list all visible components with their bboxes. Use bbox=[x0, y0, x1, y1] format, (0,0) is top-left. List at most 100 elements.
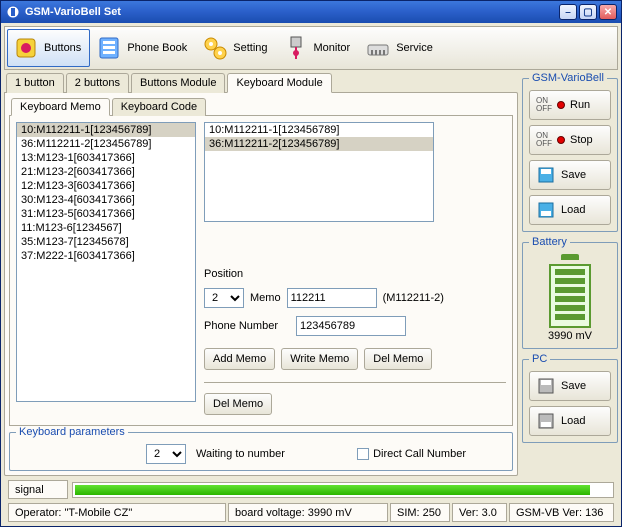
position-select[interactable]: 2 bbox=[204, 288, 244, 308]
gsm-variobell-group: GSM-VarioBell ONOFF Run ONOFF Stop bbox=[522, 72, 618, 232]
keyboard-parameters-group: Keyboard parameters 2 Waiting to number … bbox=[9, 426, 513, 471]
kb-params-legend: Keyboard parameters bbox=[16, 426, 128, 438]
memo-input[interactable] bbox=[287, 288, 377, 308]
tool-buttons[interactable]: Buttons bbox=[7, 29, 90, 67]
waiting-select[interactable]: 2 bbox=[146, 444, 186, 464]
gsm-save-button[interactable]: Save bbox=[529, 160, 611, 190]
tool-label: Setting bbox=[233, 42, 267, 54]
keyboard-memo-panel: 10:M112211-1[123456789] 36:M112211-2[123… bbox=[9, 115, 513, 426]
tab-buttons-module[interactable]: Buttons Module bbox=[131, 73, 225, 93]
gsm-load-button[interactable]: Load bbox=[529, 195, 611, 225]
tool-phonebook[interactable]: Phone Book bbox=[90, 29, 196, 67]
led-icon bbox=[557, 136, 565, 144]
tool-label: Buttons bbox=[44, 42, 81, 54]
tab-keyboard-memo[interactable]: Keyboard Memo bbox=[11, 98, 110, 116]
pc-legend: PC bbox=[529, 353, 550, 365]
tool-label: Phone Book bbox=[127, 42, 187, 54]
load-label: Load bbox=[561, 415, 585, 427]
list-item[interactable]: 36:M112211-2[123456789] bbox=[205, 137, 433, 151]
phonebook-icon bbox=[95, 34, 123, 62]
stop-button[interactable]: ONOFF Stop bbox=[529, 125, 611, 155]
pc-save-button[interactable]: Save bbox=[529, 371, 611, 401]
battery-icon bbox=[529, 254, 611, 328]
maximize-button[interactable]: ▢ bbox=[579, 4, 597, 20]
load-label: Load bbox=[561, 204, 585, 216]
save-label: Save bbox=[561, 169, 586, 181]
pc-load-button[interactable]: Load bbox=[529, 406, 611, 436]
selected-memo-list[interactable]: 10:M112211-1[123456789] 36:M112211-2[123… bbox=[204, 122, 434, 222]
list-item[interactable]: 31:M123-5[603417366] bbox=[17, 207, 195, 221]
signal-bar-row: signal bbox=[4, 478, 618, 501]
buttons-icon bbox=[12, 34, 40, 62]
close-button[interactable]: ✕ bbox=[599, 4, 617, 20]
tool-setting[interactable]: Setting bbox=[196, 29, 276, 67]
setting-icon bbox=[201, 34, 229, 62]
gsm-group-legend: GSM-VarioBell bbox=[529, 72, 607, 84]
status-bar: Operator: "T-Mobile CZ" board voltage: 3… bbox=[4, 503, 618, 524]
write-memo-button[interactable]: Write Memo bbox=[281, 348, 358, 370]
signal-label: signal bbox=[8, 480, 68, 499]
inner-tabstrip: Keyboard Memo Keyboard Code bbox=[11, 98, 513, 116]
onoff-icon: ONOFF bbox=[536, 97, 552, 113]
main-toolbar: Buttons Phone Book Setting bbox=[4, 26, 618, 70]
tool-label: Service bbox=[396, 42, 433, 54]
tool-label: Monitor bbox=[314, 42, 351, 54]
list-item[interactable]: 35:M123-7[12345678] bbox=[17, 235, 195, 249]
tab-1button[interactable]: 1 button bbox=[6, 73, 64, 93]
memo-list[interactable]: 10:M112211-1[123456789] 36:M112211-2[123… bbox=[16, 122, 196, 402]
memo-label: Memo bbox=[250, 292, 281, 304]
outer-tabstrip: 1 button 2 buttons Buttons Module Keyboa… bbox=[6, 73, 518, 93]
led-icon bbox=[557, 101, 565, 109]
list-item[interactable]: 11:M123-6[1234567] bbox=[17, 221, 195, 235]
window-title: GSM-VarioBell Set bbox=[25, 6, 121, 18]
tab-keyboard-code[interactable]: Keyboard Code bbox=[112, 98, 206, 116]
del-memo-button-2[interactable]: Del Memo bbox=[204, 393, 272, 415]
keyboard-module-panel: Keyboard Memo Keyboard Code 10:M112211-1… bbox=[4, 92, 518, 476]
memo-code-label: (M112211-2) bbox=[383, 292, 444, 304]
battery-value: 3990 mV bbox=[529, 330, 611, 342]
load-icon bbox=[536, 200, 556, 220]
status-operator: Operator: "T-Mobile CZ" bbox=[8, 503, 226, 522]
list-item[interactable]: 21:M123-2[603417366] bbox=[17, 165, 195, 179]
onoff-icon: ONOFF bbox=[536, 132, 552, 148]
list-item[interactable]: 10:M112211-1[123456789] bbox=[205, 123, 433, 137]
pc-group: PC Save Load bbox=[522, 353, 618, 443]
run-label: Run bbox=[570, 99, 590, 111]
run-button[interactable]: ONOFF Run bbox=[529, 90, 611, 120]
app-icon bbox=[5, 4, 21, 20]
tab-2buttons[interactable]: 2 buttons bbox=[66, 73, 129, 93]
save-icon bbox=[536, 376, 556, 396]
monitor-icon bbox=[282, 34, 310, 62]
checkbox-icon bbox=[357, 448, 369, 460]
status-gsm-ver: GSM-VB Ver: 136 bbox=[509, 503, 614, 522]
list-item[interactable]: 30:M123-4[603417366] bbox=[17, 193, 195, 207]
list-item[interactable]: 37:M222-1[603417366] bbox=[17, 249, 195, 263]
status-ver: Ver: 3.0 bbox=[452, 503, 507, 522]
save-label: Save bbox=[561, 380, 586, 392]
list-item[interactable]: 12:M123-3[603417366] bbox=[17, 179, 195, 193]
tab-keyboard-module[interactable]: Keyboard Module bbox=[227, 73, 331, 93]
list-item[interactable]: 10:M112211-1[123456789] bbox=[17, 123, 195, 137]
stop-label: Stop bbox=[570, 134, 593, 146]
minimize-button[interactable]: – bbox=[559, 4, 577, 20]
del-memo-button[interactable]: Del Memo bbox=[364, 348, 432, 370]
direct-call-label: Direct Call Number bbox=[373, 448, 466, 460]
add-memo-button[interactable]: Add Memo bbox=[204, 348, 275, 370]
phone-label: Phone Number bbox=[204, 320, 290, 332]
tool-service[interactable]: Service bbox=[359, 29, 442, 67]
list-item[interactable]: 13:M123-1[603417366] bbox=[17, 151, 195, 165]
tool-monitor[interactable]: Monitor bbox=[277, 29, 360, 67]
position-label: Position bbox=[204, 268, 254, 280]
phone-input[interactable] bbox=[296, 316, 406, 336]
waiting-label: Waiting to number bbox=[196, 448, 285, 460]
service-icon bbox=[364, 34, 392, 62]
load-icon bbox=[536, 411, 556, 431]
signal-meter bbox=[72, 482, 614, 498]
status-sim: SIM: 250 bbox=[390, 503, 450, 522]
battery-legend: Battery bbox=[529, 236, 570, 248]
battery-group: Battery 3990 mV bbox=[522, 236, 618, 349]
save-icon bbox=[536, 165, 556, 185]
list-item[interactable]: 36:M112211-2[123456789] bbox=[17, 137, 195, 151]
direct-call-checkbox[interactable]: Direct Call Number bbox=[357, 448, 466, 460]
status-voltage: board voltage: 3990 mV bbox=[228, 503, 388, 522]
